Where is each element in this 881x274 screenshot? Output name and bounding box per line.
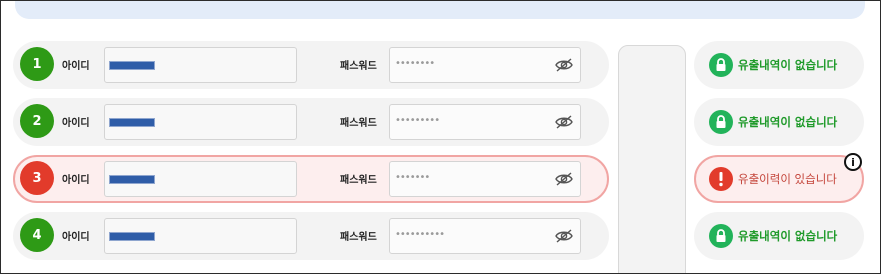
password-input[interactable]: ••••••••• [389, 104, 581, 140]
id-label: 아이디 [62, 232, 90, 243]
status-pill-1: 유출내역이 없습니다 [694, 41, 864, 89]
lock-icon [709, 224, 733, 248]
password-input[interactable]: ••••••• [389, 161, 581, 197]
eye-slash-icon[interactable] [554, 228, 574, 244]
status-text: 유출내역이 없습니다 [738, 229, 838, 243]
id-input[interactable] [104, 218, 297, 254]
password-input[interactable]: •••••••• [389, 47, 581, 83]
password-input[interactable]: •••••••••• [389, 218, 581, 254]
masked-id-value [109, 232, 155, 241]
id-input[interactable] [104, 47, 297, 83]
row-number-badge: 1 [20, 47, 54, 81]
password-label: 패스워드 [340, 61, 377, 72]
row-number-badge: 4 [20, 218, 54, 252]
id-label: 아이디 [62, 175, 90, 186]
id-label: 아이디 [62, 118, 90, 129]
id-input[interactable] [104, 104, 297, 140]
row-number-badge: 2 [20, 104, 54, 138]
status-text: 유출이력이 있습니다 [738, 172, 837, 186]
info-icon[interactable]: i [844, 153, 862, 171]
eye-slash-icon[interactable] [554, 57, 574, 73]
eye-slash-icon[interactable] [554, 171, 574, 187]
row-number-badge: 3 [20, 161, 54, 195]
top-banner-strip [15, 1, 865, 19]
exclamation-icon [709, 167, 733, 191]
password-mask: ••••••• [395, 172, 430, 183]
account-row-2: 2 아이디 패스워드 ••••••••• [13, 98, 609, 146]
lock-icon [709, 110, 733, 134]
status-text: 유출내역이 없습니다 [738, 115, 838, 129]
status-pill-2: 유출내역이 없습니다 [694, 98, 864, 146]
masked-id-value [109, 175, 155, 184]
status-pill-3: 유출이력이 있습니다 [694, 155, 864, 203]
masked-id-value [109, 61, 155, 70]
status-text: 유출내역이 없습니다 [738, 58, 838, 72]
password-label: 패스워드 [340, 118, 377, 129]
lock-icon [709, 53, 733, 77]
id-input[interactable] [104, 161, 297, 197]
id-label: 아이디 [62, 61, 90, 72]
password-label: 패스워드 [340, 232, 377, 243]
password-mask: •••••••• [395, 58, 435, 69]
eye-slash-icon[interactable] [554, 114, 574, 130]
account-row-3: 3 아이디 패스워드 ••••••• [13, 155, 609, 203]
masked-id-value [109, 118, 155, 127]
status-pill-4: 유출내역이 없습니다 [694, 212, 864, 260]
password-mask: ••••••••• [395, 115, 440, 126]
middle-column-panel [618, 45, 686, 273]
leak-check-panel: 1 아이디 패스워드 •••••••• 2 아이디 패스워드 ••••••••• [0, 0, 881, 274]
account-row-1: 1 아이디 패스워드 •••••••• [13, 41, 609, 89]
account-row-4: 4 아이디 패스워드 •••••••••• [13, 212, 609, 260]
password-mask: •••••••••• [395, 229, 445, 240]
password-label: 패스워드 [340, 175, 377, 186]
